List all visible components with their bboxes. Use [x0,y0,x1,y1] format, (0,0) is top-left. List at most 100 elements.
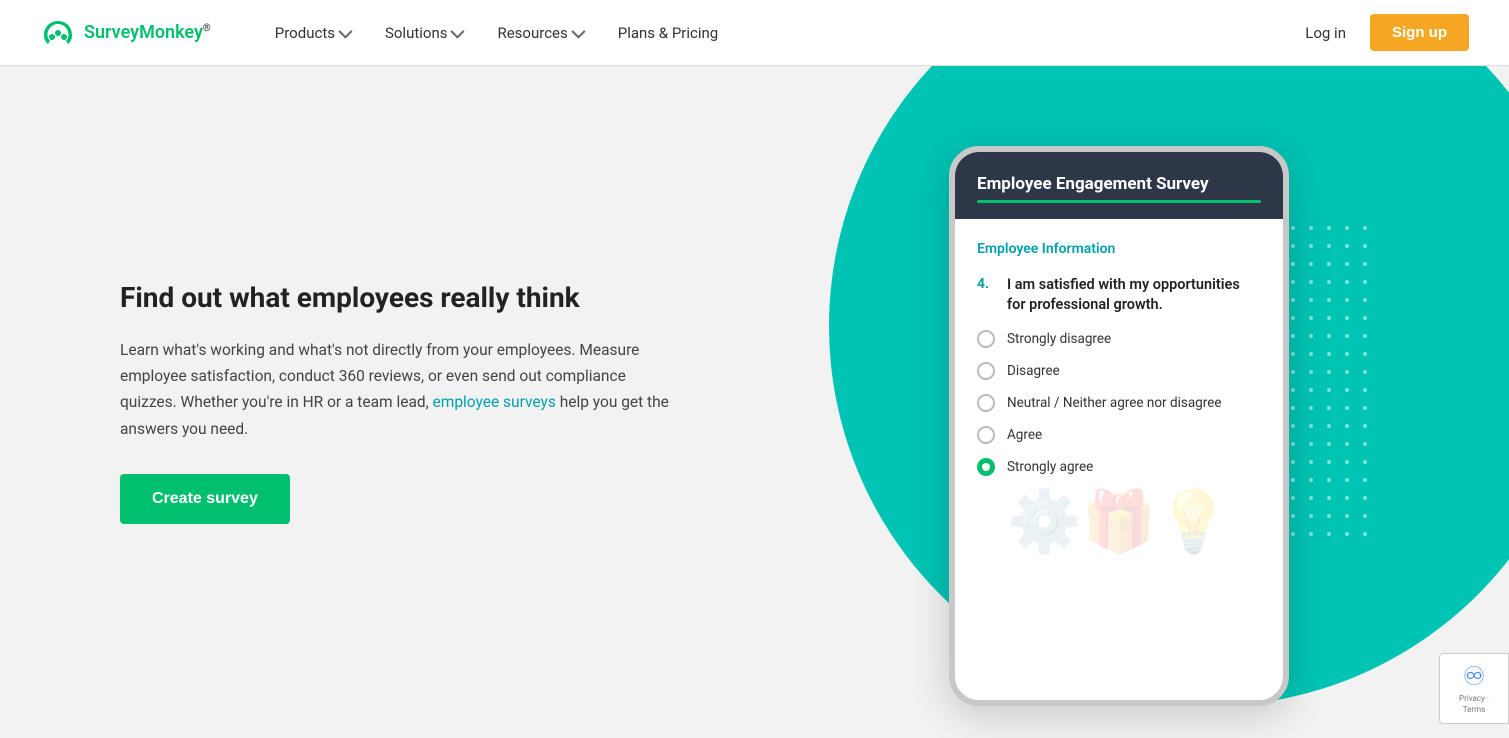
dot [1291,370,1295,374]
dot [1345,478,1349,482]
dot [1291,442,1295,446]
dot [1327,496,1331,500]
question-text: I am satisfied with my opportunities for… [1007,275,1261,316]
chevron-down-icon [451,24,465,38]
dot [1291,460,1295,464]
dot [1327,226,1331,230]
dot [1363,424,1367,428]
dot [1345,514,1349,518]
dot [1327,334,1331,338]
signup-button[interactable]: Sign up [1370,14,1469,51]
phone-body: Employee Information 4. I am satisfied w… [955,219,1283,589]
dot [1327,280,1331,284]
dot [1327,370,1331,374]
radio-empty-icon [977,330,995,348]
radio-empty-icon [977,362,995,380]
radio-inner-dot [982,463,990,471]
dot [1291,496,1295,500]
create-survey-button[interactable]: Create survey [120,474,290,524]
dot [1363,244,1367,248]
option-label: Strongly agree [1007,459,1093,475]
dot [1363,298,1367,302]
dot [1327,460,1331,464]
dot [1363,334,1367,338]
dot [1309,532,1313,536]
logo[interactable]: SurveyMonkey® [40,19,211,47]
radio-empty-icon [977,394,995,412]
recaptcha-widget: ♾ Privacy · Terms [1439,653,1509,724]
dot [1309,460,1313,464]
employee-surveys-link[interactable]: employee surveys [433,393,556,411]
dot [1327,442,1331,446]
dot [1363,352,1367,356]
radio-selected-icon [977,458,995,476]
dot [1291,406,1295,410]
dot [1327,262,1331,266]
phone-mockup-container: Employee Engagement Survey Employee Info… [949,146,1289,706]
dot [1309,316,1313,320]
nav-solutions[interactable]: Solutions [371,16,476,50]
dot [1291,298,1295,302]
nav-resources[interactable]: Resources [483,16,595,50]
hero-title: Find out what employees really think [120,280,680,316]
dot [1291,316,1295,320]
dot [1291,262,1295,266]
dot [1309,244,1313,248]
dot [1327,424,1331,428]
dot [1309,406,1313,410]
option-row: Neutral / Neither agree nor disagree [977,394,1261,412]
dot [1363,226,1367,230]
dot [1327,298,1331,302]
dot [1291,226,1295,230]
question-number: 4. [977,275,997,316]
dot [1363,514,1367,518]
option-label: Agree [1007,427,1042,443]
dot [1291,424,1295,428]
option-row: Strongly agree [977,458,1261,476]
option-label: Neutral / Neither agree nor disagree [1007,395,1222,411]
nav-right: Log in Sign up [1293,14,1469,51]
dot [1327,406,1331,410]
login-button[interactable]: Log in [1293,16,1358,50]
dot [1291,532,1295,536]
dot [1345,370,1349,374]
dot [1345,298,1349,302]
dot [1309,334,1313,338]
phone-mockup: Employee Engagement Survey Employee Info… [949,146,1289,706]
phone-survey-title: Employee Engagement Survey [977,174,1261,194]
option-row: Strongly disagree [977,330,1261,348]
nav-pricing[interactable]: Plans & Pricing [604,16,732,50]
chevron-down-icon [571,24,585,38]
option-row: Disagree [977,362,1261,380]
dot [1363,280,1367,284]
logo-icon [40,19,76,47]
dot [1309,424,1313,428]
dot [1309,262,1313,266]
recaptcha-text: Privacy · Terms [1448,694,1500,715]
dot [1309,496,1313,500]
dot [1309,478,1313,482]
dot [1345,262,1349,266]
dot [1363,478,1367,482]
dot [1309,442,1313,446]
dot [1309,352,1313,356]
hero-section: // Generate dots inline via template ren… [0,66,1509,738]
dot [1309,298,1313,302]
dot [1345,406,1349,410]
dot [1345,424,1349,428]
dot [1309,280,1313,284]
dot [1345,388,1349,392]
option-row: Agree [977,426,1261,444]
dot [1327,388,1331,392]
dot [1327,532,1331,536]
dot [1309,388,1313,392]
nav-products[interactable]: Products [261,16,363,50]
dot [1291,280,1295,284]
dot [1345,334,1349,338]
option-label: Disagree [1007,363,1060,379]
dot [1327,244,1331,248]
dot [1363,388,1367,392]
nav-solutions-label: Solutions [385,24,448,42]
nav-products-label: Products [275,24,335,42]
dot [1345,226,1349,230]
